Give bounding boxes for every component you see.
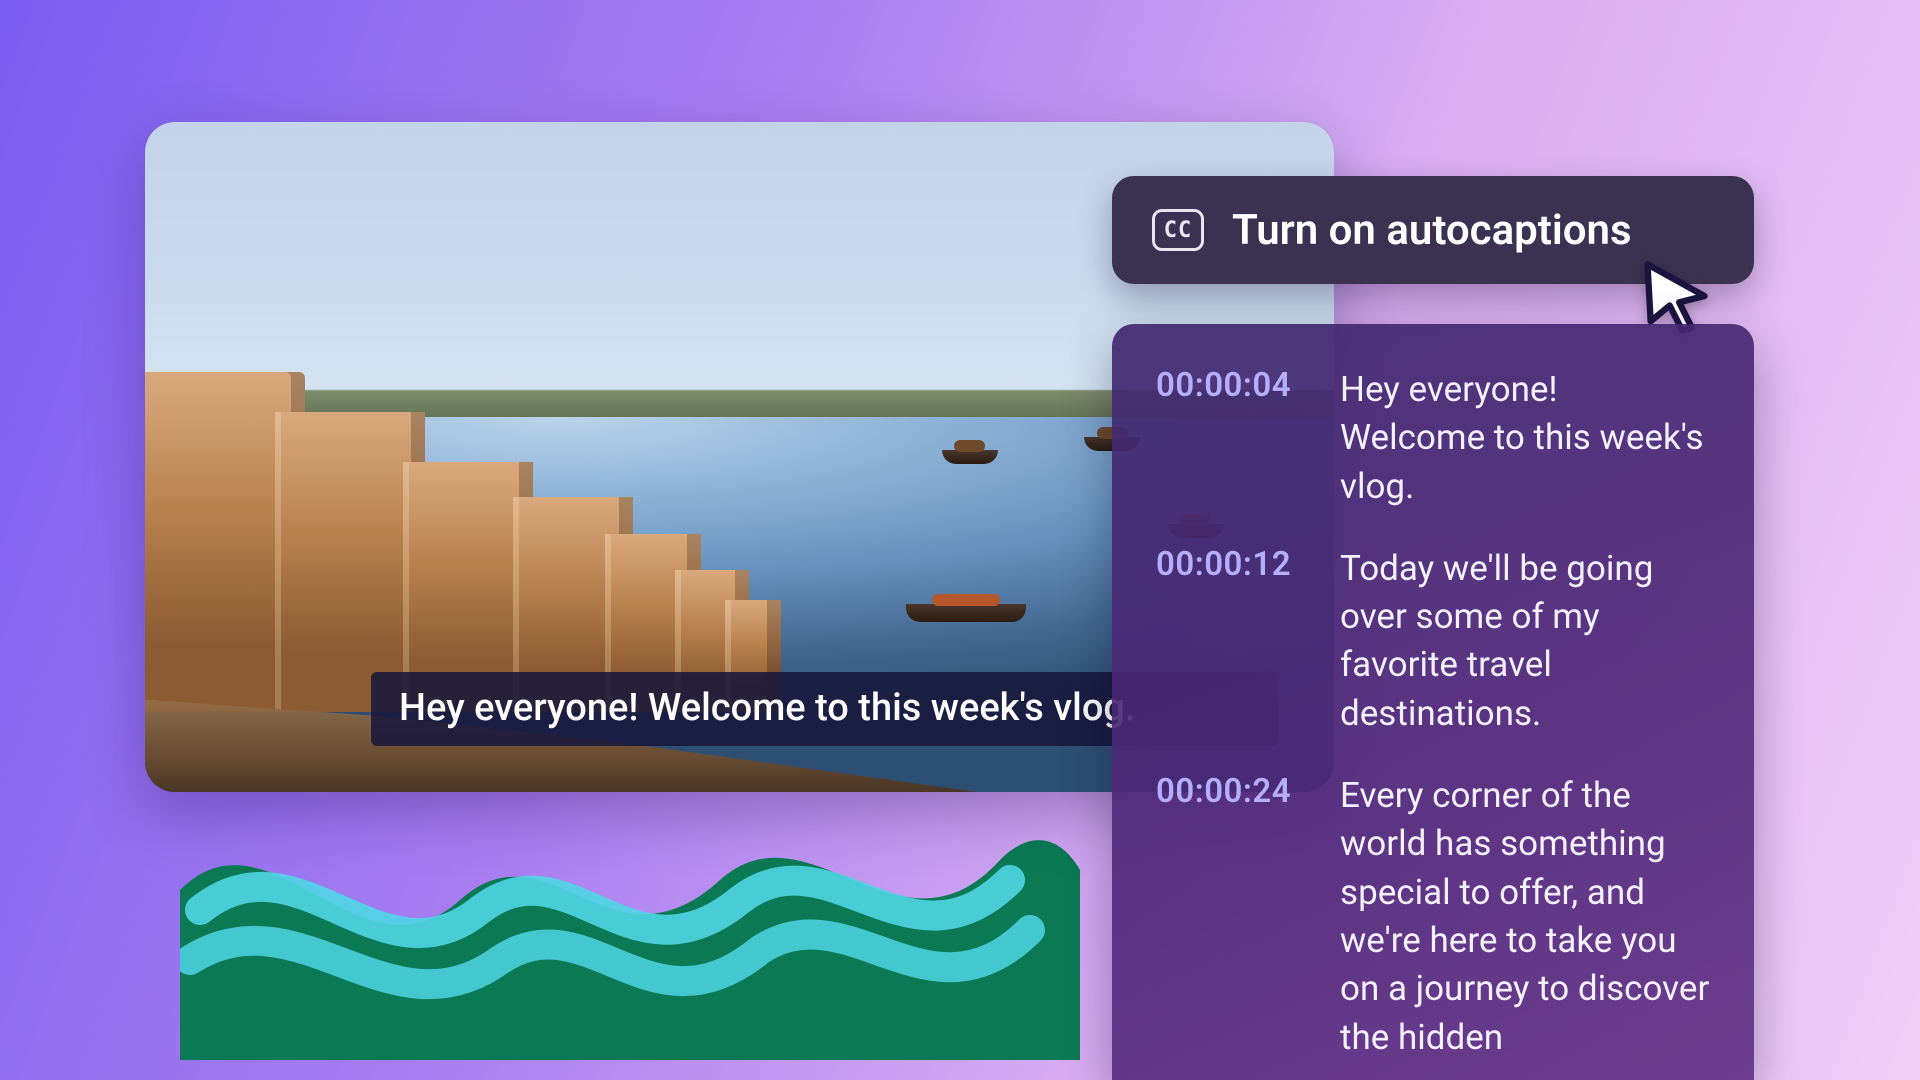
transcript-entry[interactable]: 00:00:04 Hey everyone! Welcome to this w…: [1156, 366, 1710, 511]
transcript-timestamp: 00:00:12: [1156, 545, 1324, 738]
autocaptions-button-label: Turn on autocaptions: [1232, 206, 1632, 255]
video-scene-buildings: [145, 296, 825, 711]
app-canvas: Hey everyone! Welcome to this week's vlo…: [0, 0, 1920, 1080]
transcript-timestamp: 00:00:04: [1156, 366, 1324, 511]
transcript-text: Every corner of the world has something …: [1340, 772, 1710, 1062]
closed-captions-icon: CC: [1152, 209, 1204, 251]
transcript-entry[interactable]: 00:00:24 Every corner of the world has s…: [1156, 772, 1710, 1062]
transcript-text: Hey everyone! Welcome to this week's vlo…: [1340, 366, 1710, 511]
transcript-timestamp: 00:00:24: [1156, 772, 1324, 1062]
transcript-entry[interactable]: 00:00:12 Today we'll be going over some …: [1156, 545, 1710, 738]
transcript-panel[interactable]: 00:00:04 Hey everyone! Welcome to this w…: [1112, 324, 1754, 1080]
turn-on-autocaptions-button[interactable]: CC Turn on autocaptions: [1112, 176, 1754, 284]
video-scene-boat: [906, 604, 1026, 622]
video-scene-boat: [942, 450, 998, 464]
transcript-text: Today we'll be going over some of my fav…: [1340, 545, 1710, 738]
